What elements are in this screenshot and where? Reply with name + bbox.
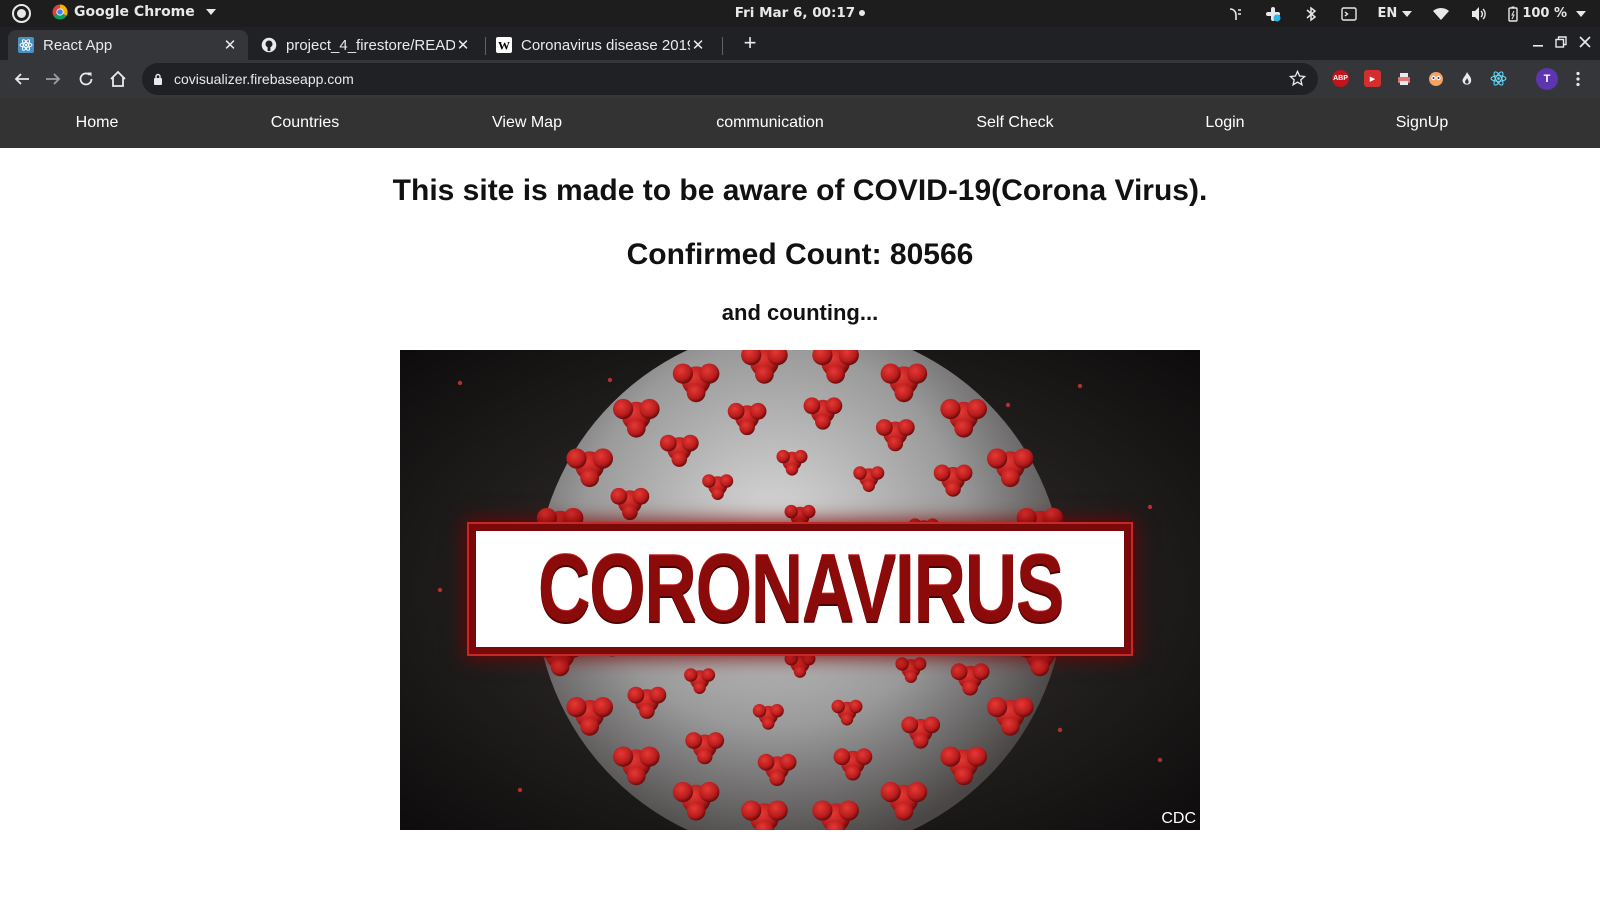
app-name: Google Chrome bbox=[74, 4, 195, 20]
activities-icon[interactable] bbox=[12, 4, 31, 23]
restore-button[interactable] bbox=[1553, 34, 1569, 50]
image-credit: CDC bbox=[1161, 810, 1196, 827]
chevron-down-icon bbox=[205, 9, 216, 15]
chrome-icon bbox=[52, 4, 68, 20]
chevron-down-icon bbox=[1402, 10, 1413, 17]
chevron-down-icon bbox=[1576, 10, 1586, 17]
menu-button[interactable] bbox=[1568, 69, 1588, 89]
terminal-icon[interactable] bbox=[1340, 5, 1358, 23]
new-tab-button[interactable]: + bbox=[740, 32, 760, 54]
nav-countries[interactable]: Countries bbox=[271, 114, 339, 132]
nav-self-check[interactable]: Self Check bbox=[976, 114, 1053, 132]
url-text: covisualizer.firebaseapp.com bbox=[174, 71, 354, 87]
tab-title: project_4_firestore/READ bbox=[286, 36, 455, 54]
keyboard-layout[interactable]: EN bbox=[1378, 6, 1413, 21]
owl-extension-icon[interactable] bbox=[1427, 70, 1444, 87]
particle bbox=[1147, 504, 1153, 510]
forward-button[interactable] bbox=[43, 69, 63, 89]
os-top-bar: Google Chrome Fri Mar 6, 00:17 EN 100 % bbox=[0, 0, 1600, 27]
app-menu[interactable]: Google Chrome bbox=[52, 4, 216, 20]
tab-github[interactable]: project_4_firestore/READ ✕ bbox=[251, 30, 481, 60]
nav-signup[interactable]: SignUp bbox=[1396, 114, 1448, 132]
close-icon[interactable]: ✕ bbox=[455, 37, 471, 54]
banner-text: CORONAVIRUS bbox=[537, 535, 1064, 642]
battery-icon bbox=[1508, 6, 1519, 22]
reload-button[interactable] bbox=[76, 69, 96, 89]
browser-toolbar: covisualizer.firebaseapp.com ABP ▶ T bbox=[0, 60, 1600, 98]
tab-title: React App bbox=[43, 36, 113, 54]
react-devtools-icon[interactable] bbox=[1490, 70, 1507, 87]
react-icon bbox=[18, 37, 34, 53]
keyboard-layout-label: EN bbox=[1377, 6, 1398, 21]
confirmed-count: Confirmed Count: 80566 bbox=[626, 238, 974, 271]
wikipedia-icon: W bbox=[496, 37, 512, 53]
screen-reader-icon[interactable] bbox=[1226, 5, 1244, 23]
particle bbox=[1005, 402, 1011, 408]
tab-wikipedia[interactable]: W Coronavirus disease 2019 ✕ bbox=[486, 30, 716, 60]
video-extension-label: ▶ bbox=[1369, 75, 1376, 83]
profile-avatar[interactable]: T bbox=[1536, 68, 1558, 90]
back-button[interactable] bbox=[12, 69, 32, 89]
github-icon bbox=[261, 37, 277, 53]
nav-communication[interactable]: communication bbox=[716, 114, 824, 132]
nav-view-map[interactable]: View Map bbox=[492, 114, 562, 132]
system-tray[interactable]: EN 100 % bbox=[1226, 3, 1586, 24]
printer-extension-icon[interactable] bbox=[1395, 70, 1412, 87]
close-icon[interactable]: ✕ bbox=[222, 37, 238, 54]
wifi-icon[interactable] bbox=[1432, 5, 1450, 23]
particle bbox=[1157, 757, 1163, 763]
volume-icon[interactable] bbox=[1470, 5, 1488, 23]
tab-react-app[interactable]: React App ✕ bbox=[8, 30, 248, 60]
tab-strip: React App ✕ project_4_firestore/READ ✕ W… bbox=[0, 27, 1600, 60]
particle bbox=[1057, 727, 1063, 733]
video-extension-icon[interactable]: ▶ bbox=[1364, 70, 1381, 87]
coronavirus-image: CORONAVIRUS CDC bbox=[400, 350, 1200, 830]
adblock-plus-icon[interactable]: ABP bbox=[1332, 70, 1349, 87]
site-navbar: Home Countries View Map communication Se… bbox=[0, 98, 1600, 148]
particle bbox=[457, 380, 463, 386]
arrow-right-icon bbox=[46, 73, 61, 85]
address-bar[interactable]: covisualizer.firebaseapp.com bbox=[142, 63, 1318, 95]
counting-subheading: and counting... bbox=[721, 300, 879, 325]
tab-title: Coronavirus disease 2019 bbox=[521, 36, 690, 54]
minimize-button[interactable] bbox=[1530, 34, 1546, 50]
home-button[interactable] bbox=[108, 69, 128, 89]
clock[interactable]: Fri Mar 6, 00:17 bbox=[735, 5, 855, 21]
lock-icon[interactable] bbox=[153, 73, 163, 85]
fire-extension-icon[interactable] bbox=[1458, 70, 1475, 87]
nav-login[interactable]: Login bbox=[1205, 114, 1244, 132]
particle bbox=[607, 377, 613, 383]
nav-home[interactable]: Home bbox=[76, 114, 119, 132]
page-heading: This site is made to be aware of COVID-1… bbox=[392, 174, 1208, 207]
adblock-label: ABP bbox=[1333, 75, 1348, 82]
close-window-button[interactable] bbox=[1577, 34, 1593, 50]
notification-dot-icon bbox=[859, 10, 866, 16]
home-icon bbox=[110, 70, 126, 87]
battery-indicator[interactable]: 100 % bbox=[1508, 6, 1586, 22]
slack-icon[interactable] bbox=[1264, 5, 1282, 23]
bluetooth-icon[interactable] bbox=[1302, 5, 1320, 23]
particle bbox=[1077, 383, 1083, 389]
star-icon[interactable] bbox=[1289, 70, 1306, 87]
particle bbox=[517, 787, 523, 793]
arrow-left-icon bbox=[14, 73, 29, 85]
tab-separator bbox=[722, 37, 723, 55]
avatar-initial: T bbox=[1543, 73, 1551, 85]
battery-percent: 100 % bbox=[1522, 6, 1567, 21]
particle bbox=[437, 587, 443, 593]
svg-text:W: W bbox=[498, 39, 510, 53]
coronavirus-banner: CORONAVIRUS bbox=[469, 524, 1131, 654]
kebab-menu-icon bbox=[1576, 71, 1580, 87]
reload-icon bbox=[79, 72, 93, 86]
close-icon[interactable]: ✕ bbox=[690, 37, 706, 54]
